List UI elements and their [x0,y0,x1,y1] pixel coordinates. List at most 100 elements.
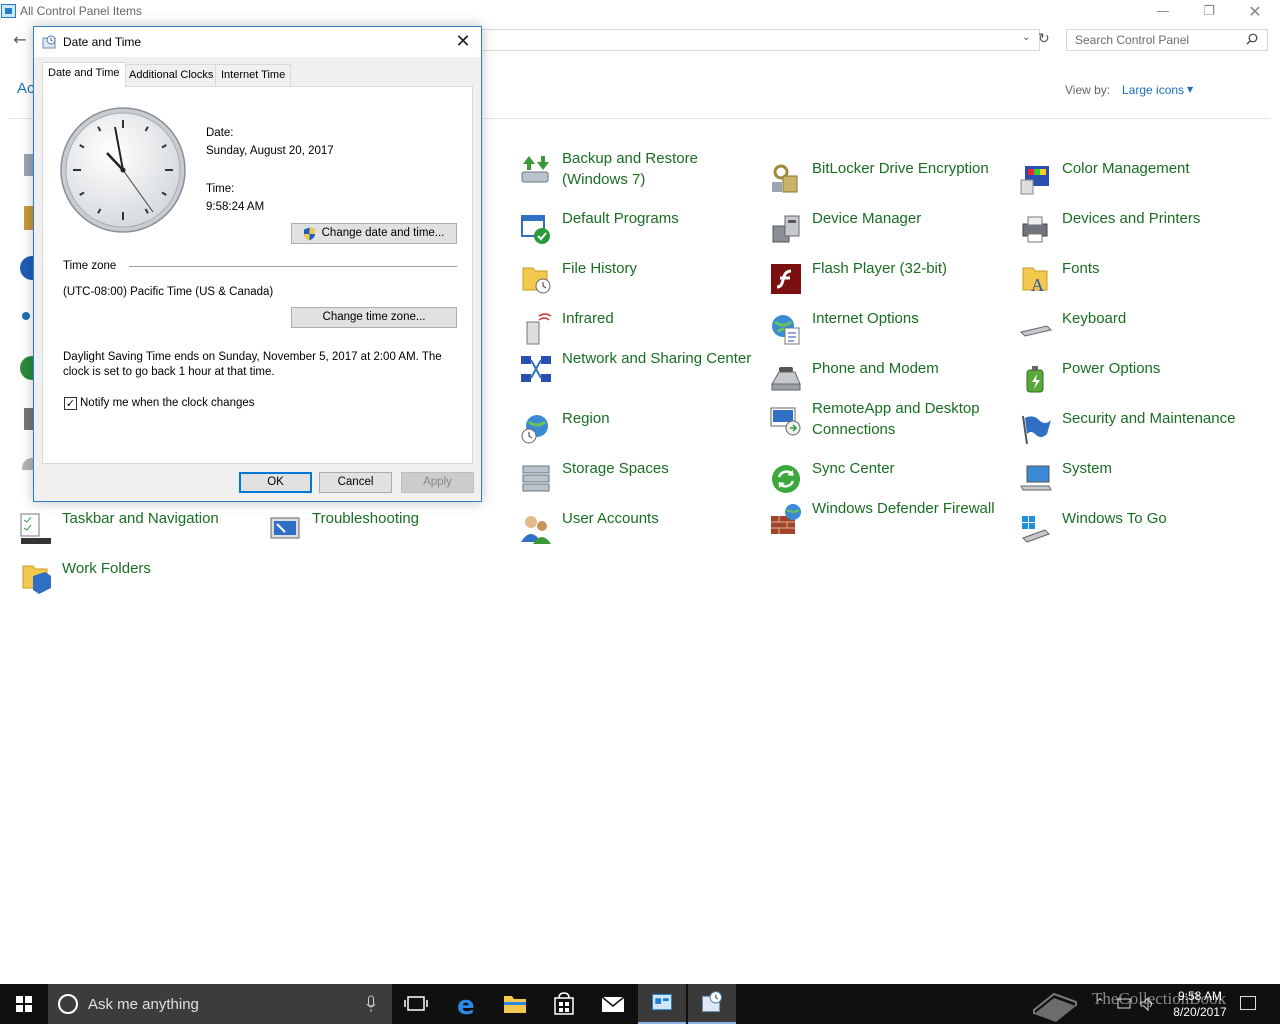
cp-item-flash-player[interactable]: Flash Player (32-bit) [769,258,1009,302]
view-by-dropdown[interactable]: Large icons [1122,83,1184,97]
cancel-button[interactable]: Cancel [319,472,392,493]
notify-checkbox-label[interactable]: Notify me when the clock changes [80,397,255,409]
cp-item-file-history[interactable]: File History [519,258,759,302]
cp-item-phone-modem[interactable]: Phone and Modem [769,358,1009,402]
notify-checkbox[interactable]: ✓ [64,397,77,410]
window-title: All Control Panel Items [20,4,143,18]
infrared-icon [526,313,552,345]
tray-network-volume-icons[interactable] [1117,996,1157,1012]
timezone-heading: Time zone [63,260,121,272]
cp-item-user-accounts[interactable]: User Accounts [519,508,759,552]
cp-item-defender-firewall[interactable]: Windows Defender Firewall [769,498,1009,542]
color-management-icon [1020,166,1049,195]
action-center-icon[interactable] [1240,996,1256,1010]
task-view-icon[interactable] [392,984,440,1024]
cp-item-work-folders[interactable]: Work Folders [19,558,259,602]
control-panel-taskbar-icon[interactable] [638,984,686,1024]
cp-item-label: Device Manager [812,210,922,227]
cp-item-bitlocker[interactable]: BitLocker Drive Encryption [769,158,1009,202]
view-by-label: View by: [1065,83,1111,97]
cp-item-region[interactable]: Region [519,408,759,452]
cp-item-power-options[interactable]: Power Options [1019,358,1259,402]
cp-item-label: BitLocker Drive Encryption [812,160,989,177]
tray-date: 8/20/2017 [1173,1005,1227,1019]
windows-start-icon[interactable] [0,984,48,1024]
cp-item-label: Storage Spaces [562,460,669,477]
dialog-close-button[interactable]: ✕ [448,29,478,55]
cp-item-troubleshooting[interactable]: Troubleshooting [269,508,509,552]
chevron-down-icon[interactable]: ⌄ [1022,32,1030,43]
cp-item-label: Flash Player (32-bit) [812,260,948,277]
back-arrow-icon[interactable]: ← [10,30,30,50]
cp-item-system[interactable]: System [1019,458,1259,502]
cp-item-label: Troubleshooting [312,510,420,527]
time-label: Time: [206,183,235,195]
internet-options-icon [772,315,800,345]
clock-icon [42,35,56,49]
tray-time: 9:58 AM [1177,989,1223,1003]
restore-button[interactable]: ❐ [1186,0,1232,24]
firewall-icon [771,504,801,534]
printer-icon [1022,216,1048,243]
storage-spaces-icon [522,465,550,492]
cp-item-label: System [1062,460,1113,477]
cp-item-color-management[interactable]: Color Management [1019,158,1259,202]
caret-down-icon[interactable]: ▼ [1187,85,1193,94]
cp-item-windows-to-go[interactable]: Windows To Go [1019,508,1259,552]
dst-notice: Daylight Saving Time ends on Sunday, Nov… [63,351,442,378]
cp-item-remoteapp[interactable]: RemoteApp and Desktop Connections [769,398,1009,442]
cp-item-sync-center[interactable]: Sync Center [769,458,1009,502]
analog-clock [60,107,186,233]
cp-item-network-sharing[interactable]: Network and Sharing Center [519,348,759,392]
cp-item-backup-restore[interactable]: Backup and Restore (Windows 7) [519,148,759,192]
tab-additional-clocks[interactable]: Additional Clocks [123,64,220,86]
cp-item-security-maintenance[interactable]: Security and Maintenance [1019,408,1259,452]
timezone-value: (UTC-08:00) Pacific Time (US & Canada) [63,286,274,298]
cp-item-fonts[interactable]: A Fonts [1019,258,1259,302]
cp-item-default-programs[interactable]: Default Programs [519,208,759,252]
microphone-icon[interactable] [366,995,376,1013]
default-programs-icon [521,215,550,244]
date-label: Date: [206,127,234,139]
tab-internet-time[interactable]: Internet Time [215,64,292,86]
region-icon [521,415,548,444]
cp-item-internet-options[interactable]: Internet Options [769,308,1009,352]
system-icon [1020,465,1052,491]
cp-item-device-manager[interactable]: Device Manager [769,208,1009,252]
store-icon[interactable] [540,984,588,1024]
cp-item-label: User Accounts [562,510,659,527]
search-icon[interactable] [1246,33,1258,45]
ok-button[interactable]: OK [239,472,312,493]
cp-item-label: Backup and Restore (Windows 7) [562,150,698,188]
cp-item-devices-printers[interactable]: Devices and Printers [1019,208,1259,252]
edge-browser-icon[interactable]: e [443,984,491,1024]
cp-item-label: Keyboard [1062,310,1127,327]
cp-item-label: Color Management [1062,160,1190,177]
file-explorer-icon[interactable] [491,984,539,1024]
search-input[interactable]: Search Control Panel [1066,29,1268,51]
watermark-book-icon [1033,992,1077,1022]
backup-restore-icon [521,156,549,183]
close-button[interactable]: ✕ [1232,0,1278,24]
cp-item-storage-spaces[interactable]: Storage Spaces [519,458,759,502]
svg-text:A: A [1031,275,1044,295]
mail-icon[interactable] [589,984,637,1024]
cortana-search-box[interactable]: Ask me anything [48,984,392,1024]
date-time-taskbar-icon[interactable] [688,984,736,1024]
minimize-button[interactable]: — [1140,0,1186,24]
keyboard-icon [1020,325,1052,337]
work-folders-icon [22,565,51,594]
refresh-icon[interactable]: ↻ [1038,31,1050,47]
tray-clock[interactable]: 9:58 AM 8/20/2017 [1170,988,1230,1020]
cp-item-taskbar-navigation[interactable]: Taskbar and Navigation [19,508,259,552]
cp-item-keyboard[interactable]: Keyboard [1019,308,1259,352]
svg-text:e: e [457,991,475,1021]
show-hidden-icons-icon[interactable]: ⌃ [1095,996,1105,1010]
cp-item-label: Phone and Modem [812,360,939,377]
change-date-time-label: Change date and time... [321,227,445,239]
change-date-time-button[interactable]: Change date and time... [291,223,457,244]
apply-button[interactable]: Apply [401,472,474,493]
cp-item-infrared[interactable]: Infrared [519,308,759,352]
tab-date-and-time[interactable]: Date and Time [42,62,126,87]
change-time-zone-button[interactable]: Change time zone... [291,307,457,328]
